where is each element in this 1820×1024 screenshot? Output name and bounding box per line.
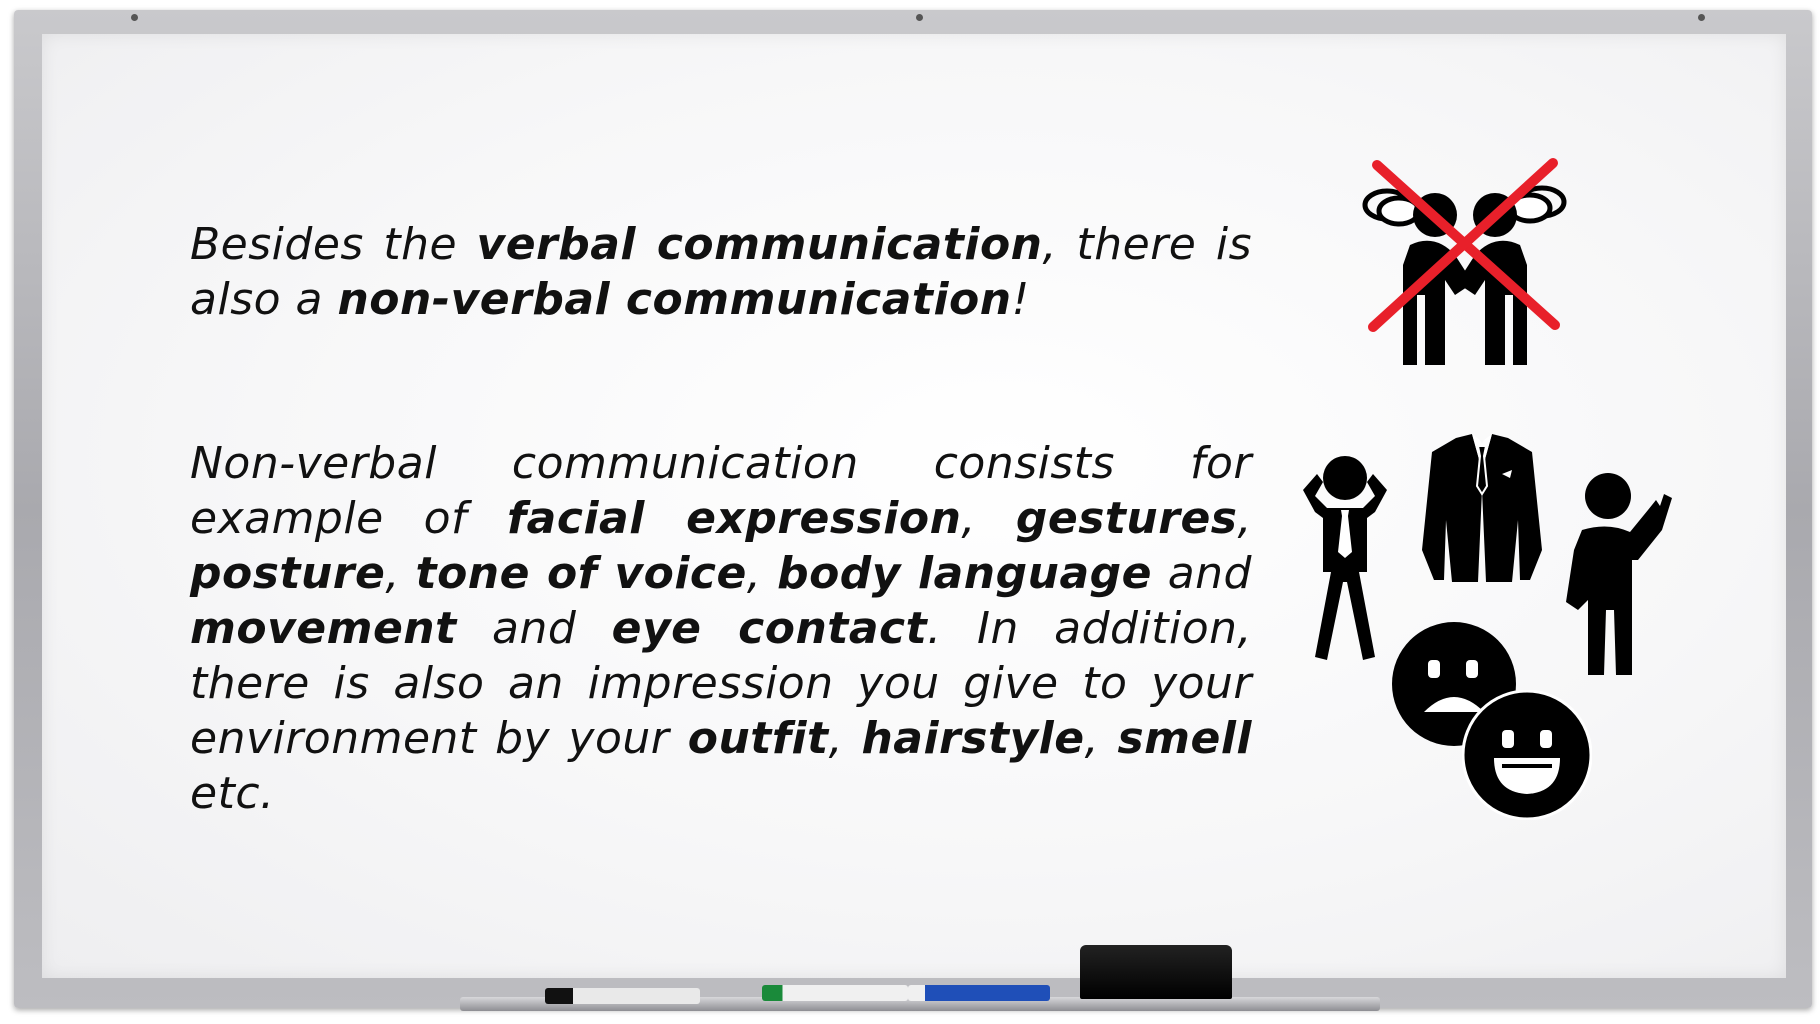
emphasis-span: movement <box>190 603 457 654</box>
no-talking-people-icon <box>1362 158 1567 365</box>
text-span: and <box>1151 548 1252 599</box>
emphasis-span: posture <box>190 548 386 599</box>
intro-paragraph: Besides the verbal communication, there … <box>190 217 1252 327</box>
text-span: Besides the <box>190 219 477 270</box>
pointing-person-icon <box>1566 473 1672 675</box>
screw-icon <box>916 14 923 21</box>
text-span: , <box>1084 713 1118 764</box>
stressed-person-icon <box>1303 456 1387 660</box>
text-span: etc. <box>190 768 275 819</box>
suit-jacket-icon <box>1422 434 1542 582</box>
screw-icon <box>131 14 138 21</box>
emphasis-span: facial expression <box>507 493 962 544</box>
eraser[interactable] <box>1080 945 1232 999</box>
emphasis-span: eye contact <box>611 603 928 654</box>
green-marker[interactable] <box>762 985 908 1001</box>
text-span: and <box>456 603 612 654</box>
text-span: , <box>1237 493 1252 544</box>
emphasis-span: gestures <box>1015 493 1238 544</box>
emphasis-span: smell <box>1117 713 1252 764</box>
emphasis-span: verbal communication <box>476 219 1043 270</box>
screw-icon <box>1698 14 1705 21</box>
text-span: , <box>828 713 862 764</box>
text-span: , <box>746 548 778 599</box>
text-span: ! <box>1011 274 1030 325</box>
black-marker[interactable] <box>545 988 700 1004</box>
emphasis-span: hairstyle <box>861 713 1085 764</box>
happy-face-icon <box>1462 690 1592 820</box>
text-span: , <box>385 548 416 599</box>
text-span: , <box>961 493 1016 544</box>
emphasis-span: tone of voice <box>415 548 747 599</box>
emphasis-span: body language <box>777 548 1152 599</box>
detail-paragraph: Non-verbal communication consists for ex… <box>190 436 1252 821</box>
emphasis-span: outfit <box>687 713 829 764</box>
blue-marker[interactable] <box>908 985 1050 1001</box>
emphasis-span: non-verbal communication <box>337 274 1012 325</box>
